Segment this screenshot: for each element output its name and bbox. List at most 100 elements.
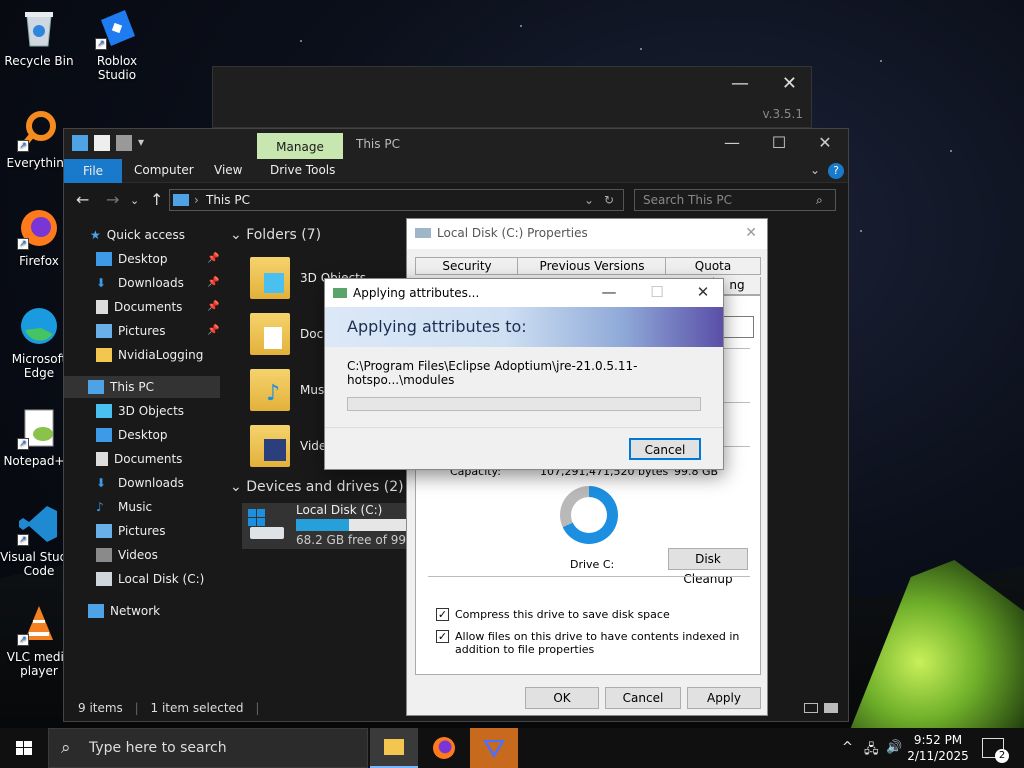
desktop-icon-recycle-bin[interactable]: Recycle Bin xyxy=(0,6,78,68)
compress-checkbox[interactable]: ✓ Compress this drive to save disk space xyxy=(436,608,746,621)
apply-button[interactable]: Apply xyxy=(687,687,761,709)
network-icon[interactable]: 🖧 xyxy=(864,740,879,762)
desktop-icon xyxy=(96,428,112,442)
maximize-icon[interactable]: ☐ xyxy=(756,133,802,152)
address-row: ← → ⌄ ↑ › This PC ⌄ ↻ Search This PC ⌕ xyxy=(64,183,848,215)
notifications-button[interactable]: 2 xyxy=(982,738,1009,763)
start-button[interactable] xyxy=(0,728,48,768)
vscode-icon: ↗ xyxy=(17,502,61,546)
disk-cleanup-button[interactable]: Disk Cleanup xyxy=(668,548,748,586)
address-bar[interactable]: › This PC ⌄ ↻ xyxy=(169,189,624,211)
nav-3d-objects[interactable]: 3D Objects xyxy=(96,400,184,422)
nav-desktop[interactable]: Desktop xyxy=(96,248,168,270)
ok-button[interactable]: OK xyxy=(525,687,599,709)
document-icon xyxy=(96,452,108,466)
recent-chevron-icon[interactable]: ⌄ xyxy=(130,194,139,207)
help-icon[interactable]: ? xyxy=(828,163,844,179)
folder-icon xyxy=(250,313,290,355)
chevron-down-icon[interactable]: ▾ xyxy=(138,135,148,151)
nav-pc-documents[interactable]: Documents xyxy=(96,448,182,470)
tab-file[interactable]: File xyxy=(64,159,122,183)
tray-overflow-icon[interactable]: ^ xyxy=(842,740,853,755)
forward-arrow-icon[interactable]: → xyxy=(106,190,119,209)
pin-icon: 📌 xyxy=(207,325,220,336)
folder-videos[interactable]: Video xyxy=(250,425,334,467)
nav-videos[interactable]: Videos xyxy=(96,544,158,566)
tab-drive-tools[interactable]: Drive Tools xyxy=(270,163,335,177)
tab-view[interactable]: View xyxy=(214,163,242,177)
cancel-button[interactable]: Cancel xyxy=(629,438,701,460)
tab-quota[interactable]: Quota xyxy=(665,257,761,275)
folder-icon xyxy=(250,257,290,299)
windows-logo-icon xyxy=(16,741,32,755)
properties-titlebar: Local Disk (C:) Properties ✕ xyxy=(407,219,767,249)
pictures-icon xyxy=(96,524,112,538)
minimize-icon[interactable]: — xyxy=(709,133,755,152)
checkmark-icon: ✓ xyxy=(436,608,449,621)
drive-usage-fill xyxy=(296,519,350,531)
close-icon[interactable]: ✕ xyxy=(745,225,757,241)
cancel-button[interactable]: Cancel xyxy=(605,687,681,709)
tiles-view-icon[interactable] xyxy=(824,703,838,713)
refresh-icon[interactable]: ↻ xyxy=(604,193,614,207)
chevron-down-icon: ⌄ xyxy=(230,479,242,495)
properties-icon[interactable] xyxy=(94,135,110,151)
close-icon[interactable]: ✕ xyxy=(683,283,723,301)
search-icon: ⌕ xyxy=(816,193,823,207)
taskbar-firefox[interactable] xyxy=(420,728,468,768)
drive-icon xyxy=(96,572,112,586)
index-checkbox[interactable]: ✓ Allow files on this drive to have cont… xyxy=(436,630,746,656)
nav-documents[interactable]: Documents xyxy=(96,296,182,318)
volume-icon[interactable]: 🔊 xyxy=(886,740,902,755)
address-dropdown-icon[interactable]: ⌄ xyxy=(584,193,594,207)
new-folder-icon[interactable] xyxy=(116,135,132,151)
folder-icon xyxy=(96,348,112,362)
folder-documents[interactable]: Docu xyxy=(250,313,331,355)
recycle-bin-icon xyxy=(17,6,61,50)
desktop-icon-roblox-studio[interactable]: ↗ Roblox Studio xyxy=(78,6,156,82)
computer-icon[interactable] xyxy=(72,135,88,151)
back-arrow-icon[interactable]: ← xyxy=(76,190,89,209)
details-view-icon[interactable] xyxy=(804,703,818,713)
taskbar-clock[interactable]: 9:52 PM 2/11/2025 xyxy=(906,732,970,764)
tab-computer[interactable]: Computer xyxy=(134,163,194,177)
nav-downloads[interactable]: ⬇ Downloads xyxy=(96,272,184,294)
close-icon[interactable]: ✕ xyxy=(782,73,797,94)
taskbar-search-input[interactable]: ⌕ Type here to search xyxy=(48,728,368,768)
ribbon-tabs: File Computer View Drive Tools ⌄ ? xyxy=(64,159,848,183)
folders-header[interactable]: ⌄ Folders (7) xyxy=(230,227,321,243)
pin-icon: 📌 xyxy=(207,277,220,288)
everything-icon: ↗ xyxy=(17,108,61,152)
search-input[interactable]: Search This PC xyxy=(634,189,836,211)
up-arrow-icon[interactable]: ↑ xyxy=(150,190,163,209)
tab-manage[interactable]: Manage xyxy=(257,133,343,159)
download-icon: ⬇ xyxy=(96,476,107,490)
address-text: This PC xyxy=(206,193,250,207)
nav-pc-downloads[interactable]: ⬇ Downloads xyxy=(96,472,184,494)
applying-attributes-dialog[interactable]: Applying attributes... — ☐ ✕ Applying at… xyxy=(324,278,724,470)
nav-this-pc[interactable]: This PC xyxy=(64,376,220,398)
folder-music[interactable]: ♪ Musi xyxy=(250,369,328,411)
tab-security[interactable]: Security xyxy=(415,257,519,275)
close-icon[interactable]: ✕ xyxy=(802,133,848,152)
roblox-studio-icon: ↗ xyxy=(95,6,139,50)
nav-quick-access[interactable]: ★ Quick access xyxy=(90,224,185,246)
minimize-icon[interactable]: — xyxy=(589,283,629,301)
document-icon xyxy=(96,300,108,314)
nav-music[interactable]: ♪ Music xyxy=(96,496,152,518)
firefox-icon: ↗ xyxy=(17,206,61,250)
nav-pictures-pc[interactable]: Pictures xyxy=(96,520,166,542)
nav-local-disk[interactable]: Local Disk (C:) xyxy=(96,568,204,590)
tab-previous-versions[interactable]: Previous Versions xyxy=(517,257,667,275)
nav-network[interactable]: Network xyxy=(88,600,160,622)
nav-nvidialogging[interactable]: NvidiaLogging xyxy=(96,344,203,366)
taskbar-file-explorer[interactable] xyxy=(370,728,418,768)
taskbar-app[interactable] xyxy=(470,728,518,768)
minimize-icon[interactable]: — xyxy=(731,73,749,94)
devices-header[interactable]: ⌄ Devices and drives (2) xyxy=(230,479,404,495)
app-logo-icon xyxy=(483,740,505,758)
background-app-window[interactable]: — ✕ v.3.5.1 xyxy=(212,66,812,128)
ribbon-expand-icon[interactable]: ⌄ xyxy=(810,163,820,177)
nav-pc-desktop[interactable]: Desktop xyxy=(96,424,168,446)
nav-pictures[interactable]: Pictures xyxy=(96,320,166,342)
